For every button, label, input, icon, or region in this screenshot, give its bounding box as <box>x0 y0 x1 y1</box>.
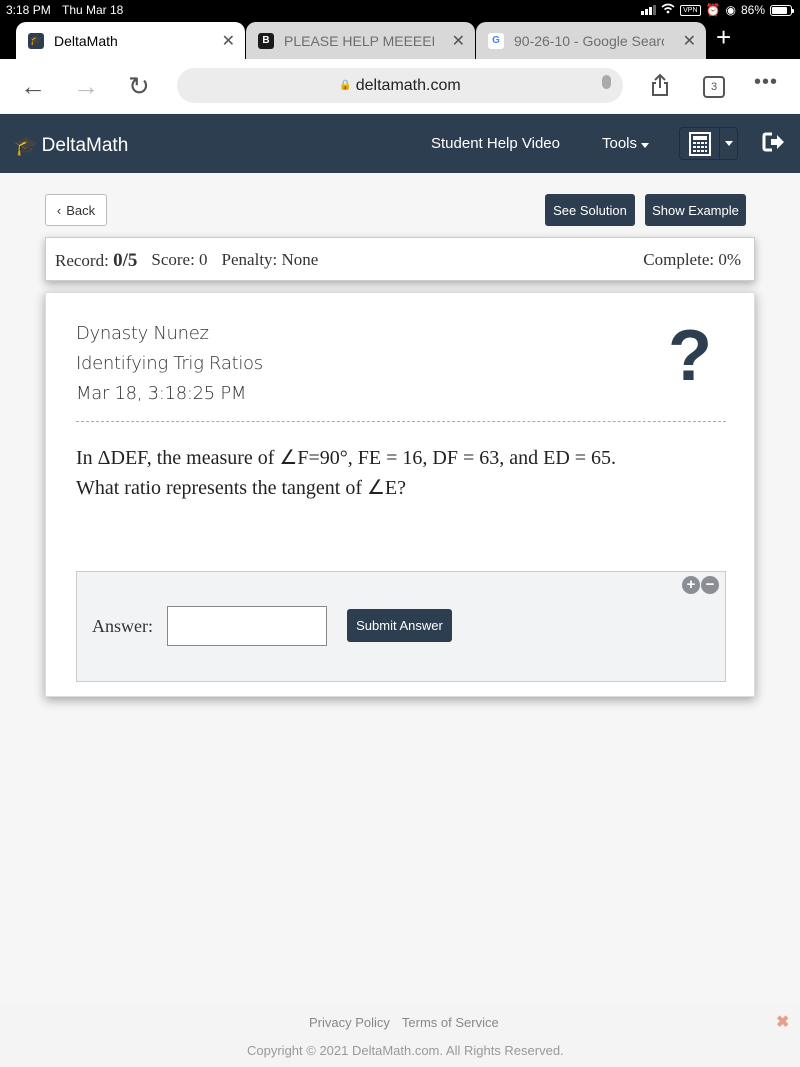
help-question-icon[interactable]: ? <box>668 320 712 392</box>
tab-count-button[interactable]: 3 <box>703 76 725 98</box>
status-bar: 3:18 PM Thu Mar 18 VPN ⏰ ◉ 86% <box>0 0 800 22</box>
url-text: deltamath.com <box>355 76 461 94</box>
tools-menu[interactable]: Tools <box>602 135 650 152</box>
tab-brainly[interactable]: B PLEASE HELP MEEEEE!!!! ✕ <box>246 22 475 59</box>
new-tab-button[interactable]: + <box>716 22 731 53</box>
penalty-stat: Penalty: None <box>221 250 319 269</box>
alarm-icon: ⏰ <box>705 3 721 17</box>
deltamath-navbar: 🎓 DeltaMath Student Help Video Tools <box>0 114 800 173</box>
back-button[interactable]: ‹ Back <box>45 194 107 226</box>
close-footer-icon[interactable]: ✖ <box>776 1012 789 1032</box>
question-line: In ΔDEF, the measure of ∠F=90°, FE = 16,… <box>76 447 617 469</box>
privacy-policy-link[interactable]: Privacy Policy <box>309 1015 390 1030</box>
page-footer: Privacy Policy Terms of Service Copyrigh… <box>0 1003 800 1067</box>
orientation-lock-icon: ◉ <box>725 3 736 17</box>
record-stat: Record: 0/5 <box>55 250 137 272</box>
student-name: Dynasty Nunez <box>76 323 209 344</box>
complete-stat: Complete: 0% <box>643 250 741 269</box>
back-label: Back <box>66 202 96 218</box>
terms-of-service-link[interactable]: Terms of Service <box>402 1015 499 1030</box>
share-icon[interactable] <box>650 73 668 96</box>
problem-meta: Dynasty Nunez Identifying Trig Ratios Ma… <box>76 319 263 409</box>
battery-icon <box>770 4 794 16</box>
answer-area: + − Answer: Submit Answer <box>76 571 726 682</box>
calculator-icon[interactable] <box>680 128 720 159</box>
record-bar: Record: 0/5 Score: 0 Penalty: None Compl… <box>45 237 755 281</box>
chevron-left-icon: ‹ <box>56 202 62 218</box>
problem-timestamp: Mar 18, 3:18:25 PM <box>76 383 247 404</box>
calculator-dropdown[interactable] <box>720 128 737 159</box>
tab-label: DeltaMath <box>54 32 118 49</box>
close-tab-icon[interactable]: ✕ <box>452 31 465 51</box>
wifi-icon <box>661 3 675 17</box>
forward-arrow-icon[interactable]: → <box>73 71 99 102</box>
status-time: 3:18 PM <box>6 3 51 17</box>
record-label: Record: <box>55 251 109 270</box>
brand-name: DeltaMath <box>41 135 129 156</box>
caret-down-icon <box>724 141 733 146</box>
browser-toolbar: ← → ↻ 🔒 deltamath.com 3 ••• <box>0 59 800 113</box>
microphone-icon[interactable] <box>602 75 611 89</box>
skill-title: Identifying Trig Ratios <box>76 353 263 374</box>
close-tab-icon[interactable]: ✕ <box>683 31 696 51</box>
deltamath-favicon-icon: 🎓 <box>28 32 44 49</box>
browser-tab-bar: 🎓 DeltaMath ✕ B PLEASE HELP MEEEEE!!!! ✕… <box>0 22 800 59</box>
zoom-out-icon[interactable]: − <box>701 576 719 594</box>
google-favicon-icon: G <box>488 32 504 49</box>
deltamath-logo[interactable]: 🎓 DeltaMath <box>14 134 128 158</box>
show-example-button[interactable]: Show Example <box>645 194 746 226</box>
problem-card: Dynasty Nunez Identifying Trig Ratios Ma… <box>45 292 755 697</box>
question-text: In ΔDEF, the measure of ∠F=90°, FE = 16,… <box>76 443 716 503</box>
battery-percent: 86% <box>740 3 765 17</box>
see-solution-button[interactable]: See Solution <box>545 194 635 226</box>
cellular-signal-icon <box>641 5 657 15</box>
brainly-favicon-icon: B <box>258 32 274 49</box>
tab-google-search[interactable]: G 90-26-10 - Google Search ✕ <box>476 22 706 59</box>
close-tab-icon[interactable]: ✕ <box>222 31 235 51</box>
zoom-controls: + − <box>682 576 719 594</box>
logout-icon[interactable] <box>762 131 786 158</box>
tab-label: PLEASE HELP MEEEEE!!!! <box>284 32 434 49</box>
tools-label: Tools <box>602 135 638 152</box>
back-arrow-icon[interactable]: ← <box>20 71 46 102</box>
answer-input[interactable] <box>167 606 327 646</box>
tab-deltamath[interactable]: 🎓 DeltaMath ✕ <box>16 22 245 59</box>
lock-icon: 🔒 <box>339 80 352 91</box>
reload-icon[interactable]: ↻ <box>128 71 150 102</box>
url-bar[interactable]: 🔒 deltamath.com <box>177 68 623 103</box>
submit-answer-button[interactable]: Submit Answer <box>347 609 452 642</box>
status-date: Thu Mar 18 <box>62 3 124 17</box>
question-line: What ratio represents the tangent of ∠E? <box>76 477 407 499</box>
answer-label: Answer: <box>92 616 153 636</box>
more-options-icon[interactable]: ••• <box>754 71 778 94</box>
vpn-badge: VPN <box>680 4 701 16</box>
tab-label: 90-26-10 - Google Search <box>514 32 664 49</box>
zoom-in-icon[interactable]: + <box>682 576 700 594</box>
calculator-button-group <box>679 127 738 160</box>
graduation-cap-icon: 🎓 <box>14 136 38 157</box>
score-stat: Score: 0 <box>151 250 208 269</box>
record-value: 0/5 <box>113 250 138 271</box>
caret-down-icon <box>641 143 650 148</box>
divider <box>76 421 726 422</box>
copyright-text: Copyright © 2021 DeltaMath.com. All Righ… <box>247 1043 564 1058</box>
student-help-video-link[interactable]: Student Help Video <box>431 135 560 152</box>
